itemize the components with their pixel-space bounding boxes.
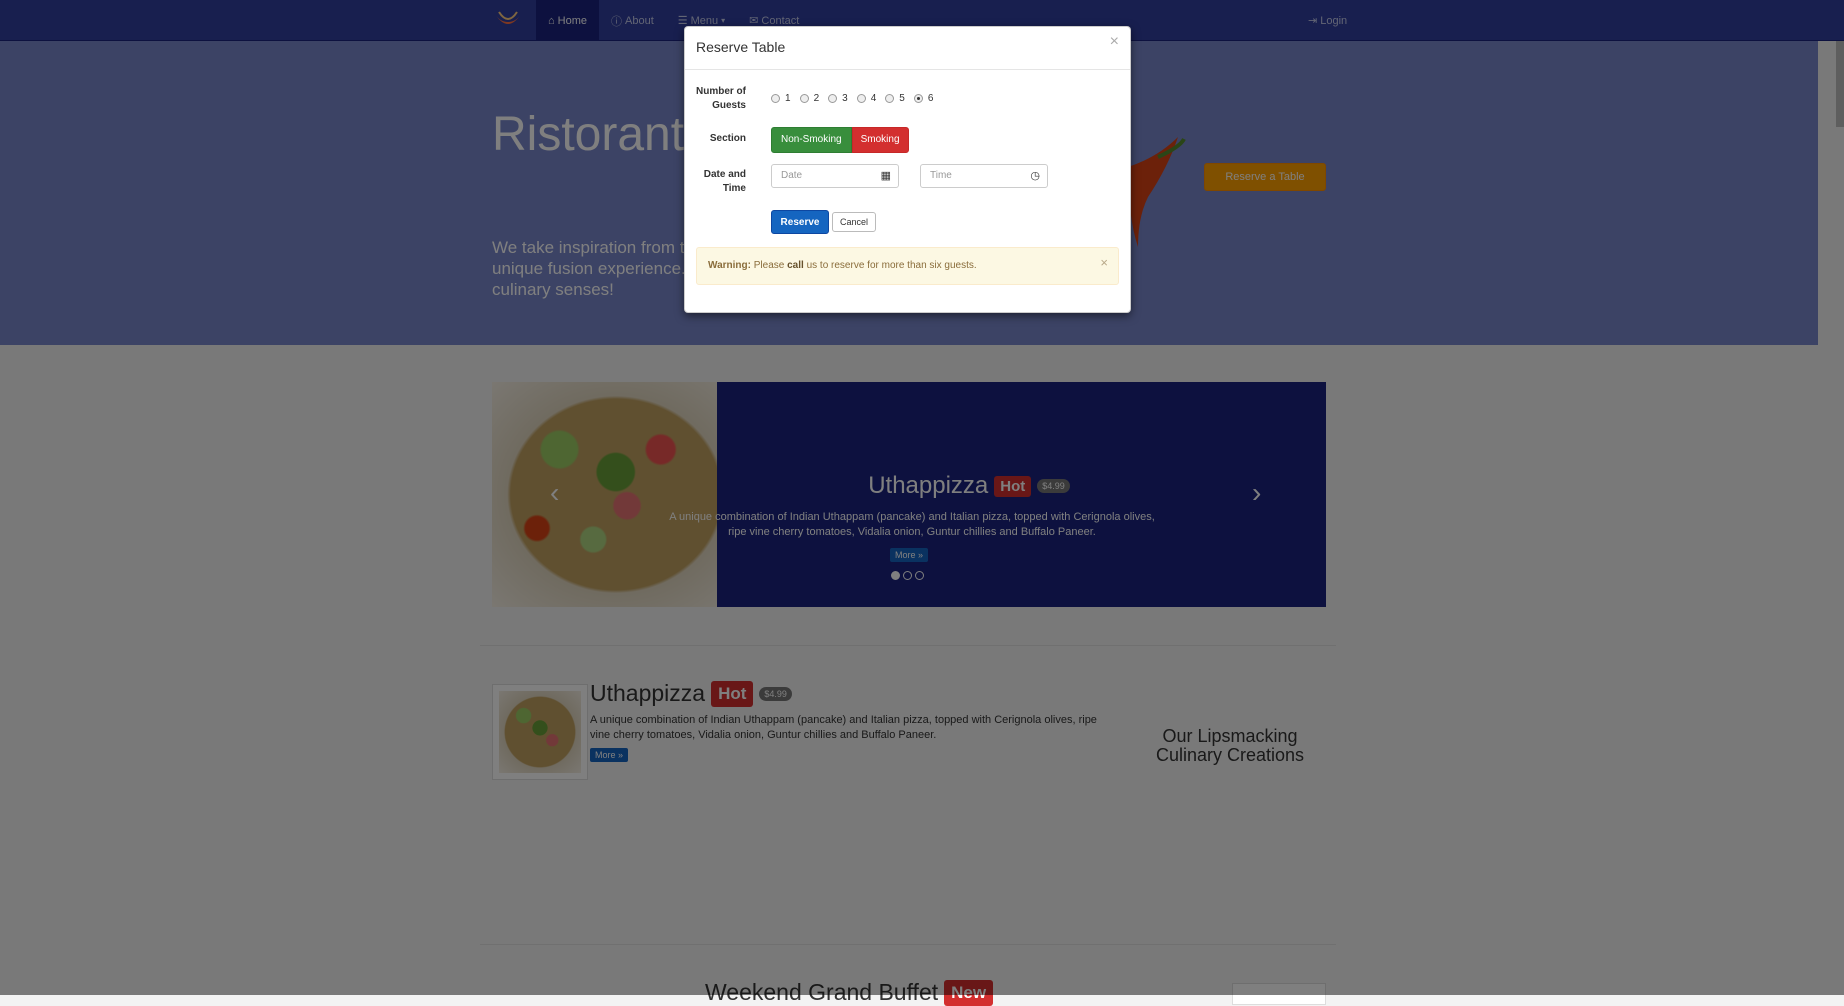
warning-strong: Warning: <box>708 260 751 271</box>
clock-icon: ◷ <box>1030 170 1040 182</box>
time-placeholder: Time <box>930 170 952 181</box>
warning-post: us to reserve for more than six guests. <box>806 260 977 271</box>
radio-circle[interactable] <box>885 93 895 103</box>
smoking-button[interactable]: Smoking <box>851 127 909 153</box>
guest-radio-label: 1 <box>785 92 791 104</box>
close-icon[interactable]: × <box>1110 33 1119 51</box>
alert-close-icon[interactable]: × <box>1100 248 1108 278</box>
date-placeholder: Date <box>781 170 803 181</box>
guests-radio-group: 1 2 3 4 5 6 <box>771 91 942 105</box>
guest-radio-label: 5 <box>899 92 905 104</box>
guest-radio-6[interactable]: 6 <box>913 92 934 104</box>
warning-pre: Please <box>753 260 785 271</box>
warning-alert: Warning: Please call us to reserve for m… <box>696 247 1119 285</box>
guest-radio-3[interactable]: 3 <box>828 93 848 104</box>
datetime-label: Date and Time <box>703 169 746 194</box>
radio-circle[interactable] <box>828 93 838 103</box>
modal-title: Reserve Table <box>696 39 786 55</box>
warning-call: call <box>787 260 804 271</box>
guest-radio-5[interactable]: 5 <box>885 93 905 104</box>
guest-radio-2[interactable]: 2 <box>799 92 820 104</box>
section-label: Section <box>709 133 746 144</box>
guests-label: Number of Guests <box>696 86 746 111</box>
modal-header: Reserve Table × <box>685 27 1130 70</box>
non-smoking-button[interactable]: Non-Smoking <box>771 127 852 153</box>
guest-radio-label: 6 <box>927 92 934 104</box>
guest-radio-1[interactable]: 1 <box>771 93 791 104</box>
date-input[interactable]: Date ▦ <box>771 164 899 188</box>
guest-radio-label: 2 <box>813 92 820 104</box>
radio-circle[interactable] <box>913 93 923 103</box>
guest-radio-label: 4 <box>870 92 877 104</box>
radio-circle[interactable] <box>856 93 866 103</box>
section-toggle: Non-Smoking Smoking <box>771 127 909 153</box>
time-input[interactable]: Time ◷ <box>920 164 1048 188</box>
calendar-icon: ▦ <box>880 170 891 182</box>
guest-radio-label: 3 <box>842 92 848 104</box>
radio-circle[interactable] <box>799 93 809 103</box>
reserve-table-modal: Reserve Table × Number of Guests 123456 … <box>684 26 1131 313</box>
cancel-button[interactable]: Cancel <box>832 212 876 232</box>
guest-radio-4[interactable]: 4 <box>856 92 877 104</box>
reserve-button[interactable]: Reserve <box>771 210 829 234</box>
radio-circle[interactable] <box>771 93 780 103</box>
